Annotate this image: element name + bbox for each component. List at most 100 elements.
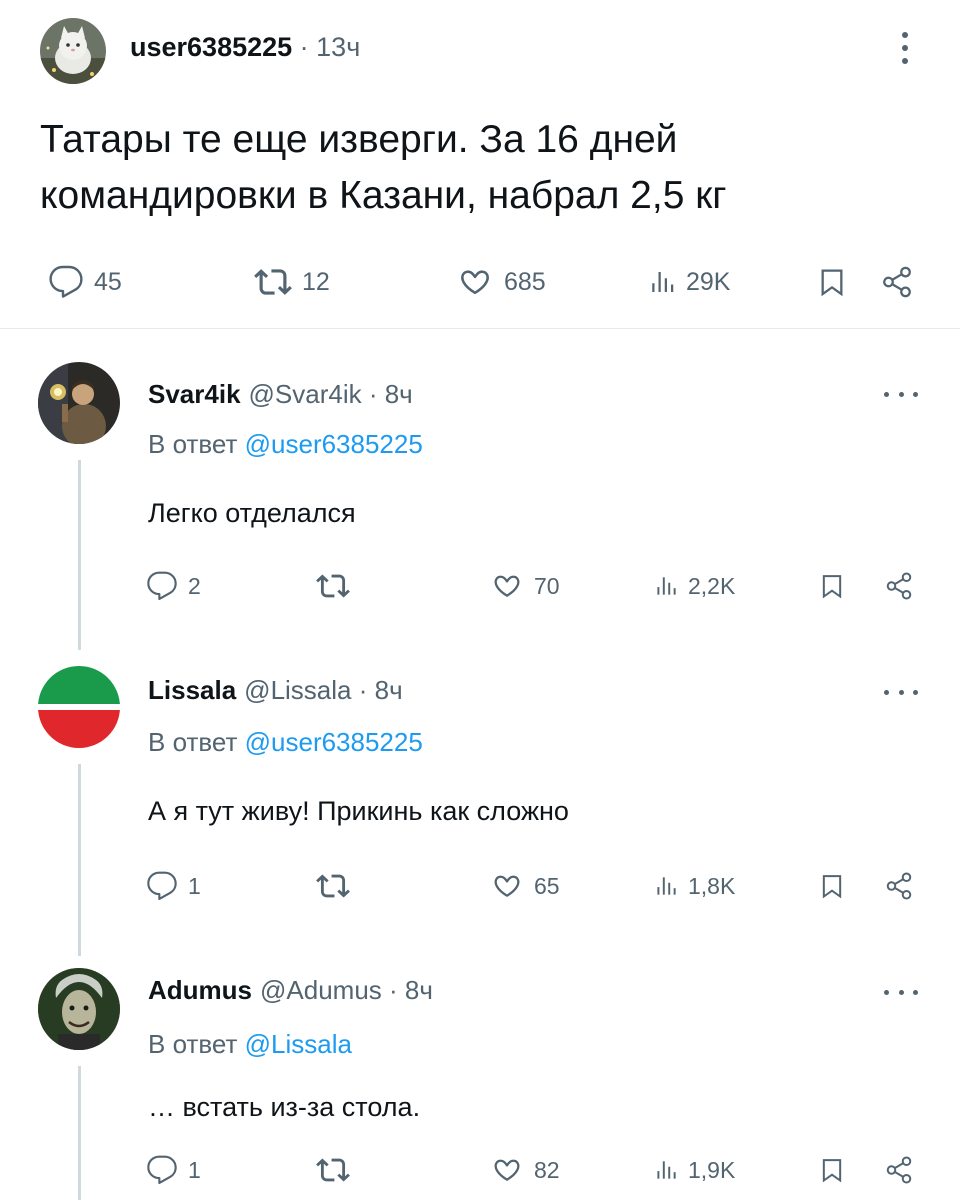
reply-button[interactable]: 1 bbox=[146, 1150, 201, 1190]
tatarstan-flag-avatar bbox=[38, 666, 120, 748]
reply-username[interactable]: Svar4ik bbox=[148, 379, 241, 409]
like-icon bbox=[490, 569, 524, 603]
views-count: 1,9K bbox=[688, 1156, 736, 1183]
post-actions: 45 12 685 29K bbox=[0, 262, 960, 302]
bookmark-icon bbox=[818, 872, 846, 900]
share-icon bbox=[880, 265, 914, 299]
reply-header: Adumus @Adumus · 8ч bbox=[148, 974, 433, 1006]
views-icon bbox=[652, 573, 678, 599]
reply-meta: @Adumus · 8ч bbox=[260, 975, 433, 1005]
mention-link[interactable]: @user6385225 bbox=[245, 727, 423, 757]
share-icon bbox=[884, 871, 914, 901]
reply-to-prefix: В ответ bbox=[148, 727, 238, 757]
repost-icon bbox=[316, 869, 350, 903]
share-button[interactable] bbox=[884, 1150, 914, 1190]
like-button[interactable]: 685 bbox=[456, 262, 546, 302]
repost-icon bbox=[316, 1153, 350, 1187]
bookmark-button[interactable] bbox=[818, 566, 846, 606]
svar4ik-avatar-image bbox=[38, 362, 120, 444]
views-count: 1,8K bbox=[688, 872, 736, 899]
reply-button[interactable]: 2 bbox=[146, 566, 201, 606]
reply-count: 45 bbox=[94, 267, 122, 296]
adumus-avatar-image bbox=[38, 968, 120, 1050]
repost-button[interactable]: 12 bbox=[254, 262, 330, 302]
views-button[interactable]: 1,8K bbox=[652, 866, 735, 906]
reply-icon bbox=[146, 570, 178, 602]
reply-icon bbox=[146, 870, 178, 902]
bookmark-button[interactable] bbox=[818, 1150, 846, 1190]
reply-to-prefix: В ответ bbox=[148, 429, 238, 459]
views-count: 29K bbox=[686, 267, 731, 296]
bookmark-icon bbox=[816, 266, 848, 298]
like-count: 82 bbox=[534, 1156, 560, 1183]
bookmark-icon bbox=[818, 1156, 846, 1184]
repost-button[interactable] bbox=[316, 566, 350, 606]
reply-button[interactable]: 1 bbox=[146, 866, 201, 906]
like-icon bbox=[490, 1153, 524, 1187]
avatar[interactable] bbox=[38, 362, 120, 444]
reply-text: А я тут живу! Прикинь как сложно bbox=[148, 796, 569, 826]
share-icon bbox=[884, 571, 914, 601]
like-icon bbox=[490, 869, 524, 903]
reply-to-prefix: В ответ bbox=[148, 1029, 238, 1059]
post-time: · 13ч bbox=[299, 32, 361, 62]
mention-link[interactable]: @Lissala bbox=[245, 1029, 352, 1059]
reply-to: В ответ @user6385225 bbox=[148, 726, 423, 758]
reply-header: Svar4ik @Svar4ik · 8ч bbox=[148, 378, 413, 410]
share-button[interactable] bbox=[880, 262, 914, 302]
post-header: user6385225 · 13ч bbox=[130, 30, 360, 64]
like-button[interactable]: 82 bbox=[490, 1150, 560, 1190]
repost-icon bbox=[316, 569, 350, 603]
reply-actions: 1 82 1,9K bbox=[0, 1150, 960, 1190]
repost-icon bbox=[254, 263, 292, 301]
avatar[interactable] bbox=[38, 666, 120, 748]
avatar[interactable] bbox=[40, 18, 106, 84]
avatar[interactable] bbox=[38, 968, 120, 1050]
like-count: 70 bbox=[534, 572, 560, 599]
post-username[interactable]: user6385225 bbox=[130, 32, 292, 62]
repost-count: 12 bbox=[302, 267, 330, 296]
reply-meta: @Lissala · 8ч bbox=[244, 675, 403, 705]
bookmark-button[interactable] bbox=[816, 262, 848, 302]
bookmark-icon bbox=[818, 572, 846, 600]
like-button[interactable]: 70 bbox=[490, 566, 560, 606]
reply-to: В ответ @Lissala bbox=[148, 1028, 352, 1060]
reply-text: … встать из-за стола. bbox=[148, 1092, 421, 1122]
cat-avatar-image bbox=[40, 18, 106, 84]
reply-meta: @Svar4ik · 8ч bbox=[248, 379, 413, 409]
reply-count: 1 bbox=[188, 872, 201, 899]
reply-username[interactable]: Lissala bbox=[148, 675, 236, 705]
more-vertical-icon[interactable] bbox=[890, 28, 920, 68]
reply-button[interactable]: 45 bbox=[48, 262, 122, 302]
repost-button[interactable] bbox=[316, 866, 350, 906]
like-count: 685 bbox=[504, 267, 546, 296]
reply-actions: 1 65 1,8K bbox=[0, 866, 960, 906]
like-button[interactable]: 65 bbox=[490, 866, 560, 906]
repost-button[interactable] bbox=[316, 1150, 350, 1190]
reply-icon bbox=[48, 264, 84, 300]
share-button[interactable] bbox=[884, 866, 914, 906]
thread-line bbox=[78, 460, 81, 650]
like-count: 65 bbox=[534, 872, 560, 899]
share-button[interactable] bbox=[884, 566, 914, 606]
thread-line bbox=[78, 764, 81, 956]
reply-text: Легко отделался bbox=[148, 498, 356, 528]
views-icon bbox=[646, 267, 676, 297]
more-horizontal-icon[interactable] bbox=[884, 686, 918, 698]
views-button[interactable]: 2,2K bbox=[652, 566, 735, 606]
views-button[interactable]: 29K bbox=[646, 262, 730, 302]
share-icon bbox=[884, 1155, 914, 1185]
bookmark-button[interactable] bbox=[818, 866, 846, 906]
more-horizontal-icon[interactable] bbox=[884, 388, 918, 400]
reply-icon bbox=[146, 1154, 178, 1186]
views-button[interactable]: 1,9K bbox=[652, 1150, 735, 1190]
more-horizontal-icon[interactable] bbox=[884, 986, 918, 998]
reply-count: 1 bbox=[188, 1156, 201, 1183]
divider bbox=[0, 328, 960, 329]
reply-username[interactable]: Adumus bbox=[148, 975, 252, 1005]
mention-link[interactable]: @user6385225 bbox=[245, 429, 423, 459]
like-icon bbox=[456, 263, 494, 301]
views-icon bbox=[652, 873, 678, 899]
views-icon bbox=[652, 1157, 678, 1183]
reply-header: Lissala @Lissala · 8ч bbox=[148, 674, 403, 706]
